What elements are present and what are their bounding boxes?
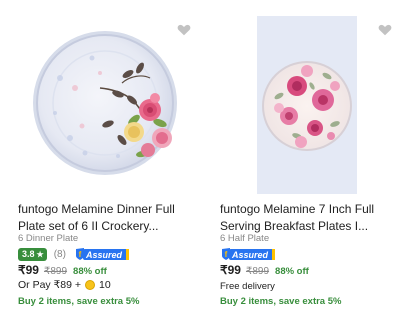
coin-count: 10 <box>99 279 111 291</box>
price-row: ₹99 ₹899 88% off <box>220 263 309 277</box>
product-card-dinner-plate[interactable]: funtogo Melamine Dinner Full Plate set o… <box>0 0 200 320</box>
rating-badge: 3.8 ★ <box>18 247 47 261</box>
assured-label: Assured <box>85 250 123 260</box>
selling-price: ₹99 <box>18 263 39 277</box>
svg-text:f: f <box>79 250 82 259</box>
original-price: ₹899 <box>245 266 270 277</box>
assured-shield-icon: f Assured <box>222 248 275 260</box>
discount-label: 88% off <box>275 266 309 277</box>
discount-label: 88% off <box>73 266 107 277</box>
assured-badge: f Assured <box>74 247 130 261</box>
rose-half-plate-image <box>257 16 357 194</box>
product-card-half-plate[interactable]: funtogo Melamine 7 Inch Full Serving Bre… <box>200 0 400 320</box>
assured-label: Assured <box>231 250 269 260</box>
pay-with-coins-label: Or Pay ₹89 + <box>18 279 81 291</box>
rating-row: 3.8 ★ (8) f Assured <box>18 247 130 261</box>
bundle-offer: Buy 2 items, save extra 5% <box>220 296 342 307</box>
wishlist-heart-icon[interactable] <box>377 22 393 38</box>
product-image[interactable] <box>257 16 357 194</box>
product-title[interactable]: funtogo Melamine Dinner Full Plate set o… <box>18 201 200 235</box>
original-price: ₹899 <box>43 266 68 277</box>
supercoin-offer: Or Pay ₹89 + 10 <box>18 279 111 291</box>
flower-dinner-plate-image <box>33 31 177 175</box>
product-variant: 6 Half Plate <box>220 233 270 244</box>
delivery-info: Free delivery <box>220 281 275 292</box>
product-variant: 6 Dinner Plate <box>18 233 79 244</box>
product-title[interactable]: funtogo Melamine 7 Inch Full Serving Bre… <box>220 201 398 235</box>
star-icon: ★ <box>36 249 44 259</box>
supercoin-icon <box>85 280 95 290</box>
product-image[interactable] <box>30 28 180 178</box>
assured-shield-icon: f Assured <box>75 248 129 260</box>
bundle-offer: Buy 2 items, save extra 5% <box>18 296 140 307</box>
selling-price: ₹99 <box>220 263 241 277</box>
rating-count: (8) <box>53 248 66 260</box>
price-row: ₹99 ₹899 88% off <box>18 263 107 277</box>
svg-text:f: f <box>225 250 228 259</box>
rating-value: 3.8 <box>22 249 35 259</box>
